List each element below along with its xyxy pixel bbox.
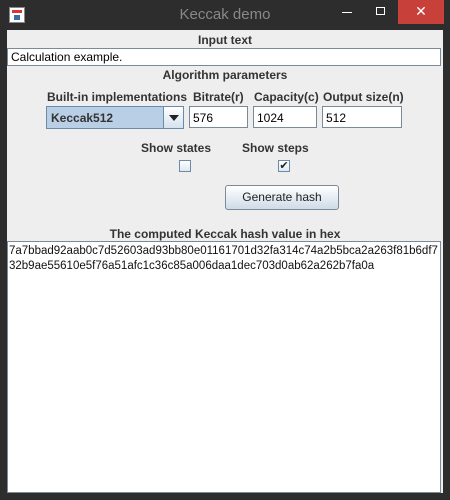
close-button[interactable]: ✕ — [398, 0, 444, 24]
show-steps-checkbox[interactable]: ✔ — [278, 160, 290, 172]
implementation-select[interactable]: Keccak512 — [46, 106, 184, 129]
hash-output-area[interactable]: 7a7bbad92aab0c7d52603ad93bb80e01161701d3… — [7, 241, 441, 493]
params-section-title: Algorithm parameters — [162, 68, 288, 82]
builtin-label: Built-in implementations — [47, 90, 188, 104]
capacity-label: Capacity(c) — [254, 90, 319, 104]
close-icon: ✕ — [415, 4, 427, 20]
output-section-title: The computed Keccak hash value in hex — [109, 227, 341, 241]
show-steps-label: Show steps — [242, 141, 309, 155]
input-text-field[interactable]: Calculation example. — [7, 48, 441, 66]
show-states-label: Show states — [141, 141, 212, 155]
bitrate-field[interactable]: 576 — [189, 106, 248, 128]
app-window: Keccak demo ✕ Input text Calculation exa… — [0, 0, 450, 500]
bitrate-label: Bitrate(r) — [193, 90, 244, 104]
output-size-label: Output size(n) — [323, 90, 404, 104]
chevron-down-icon[interactable] — [163, 107, 183, 128]
output-size-field[interactable]: 512 — [322, 106, 402, 128]
checkmark-icon: ✔ — [279, 160, 289, 172]
show-states-checkbox[interactable] — [179, 160, 191, 172]
title-bar[interactable]: Keccak demo ✕ — [0, 0, 450, 30]
maximize-button[interactable] — [366, 0, 396, 24]
implementation-selected-value: Keccak512 — [51, 111, 114, 125]
main-panel: Input text Calculation example. Algorith… — [7, 30, 443, 493]
minimize-button[interactable] — [332, 0, 362, 24]
input-section-title: Input text — [198, 33, 252, 47]
generate-hash-button[interactable]: Generate hash — [225, 185, 339, 210]
capacity-field[interactable]: 1024 — [253, 106, 317, 128]
